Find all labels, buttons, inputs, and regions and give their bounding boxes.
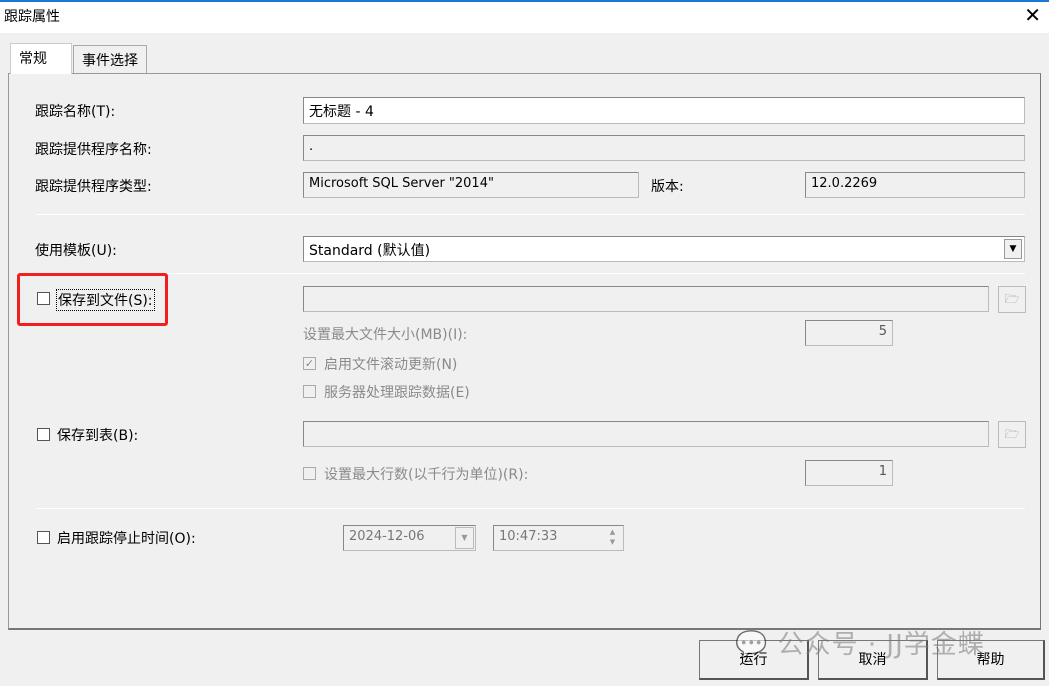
separator	[36, 214, 1025, 215]
wechat-icon: 💬	[735, 630, 769, 660]
max-file-size-label: 设置最大文件大小(MB)(I):	[303, 327, 468, 343]
version-field: 12.0.2269	[805, 172, 1025, 198]
close-icon[interactable]: ✕	[1024, 3, 1041, 27]
max-rows-label: 设置最大行数(以千行为单位)(R):	[324, 467, 529, 483]
chevron-down-icon: ▼	[455, 527, 474, 549]
highlight-box	[17, 273, 168, 326]
window-title: 跟踪属性	[4, 9, 60, 25]
rollover-label: 启用文件滚动更新(N)	[324, 357, 458, 373]
tab-event-selection[interactable]: 事件选择	[73, 45, 147, 74]
max-rows-checkbox	[303, 467, 316, 480]
save-to-table-label[interactable]: 保存到表(B):	[57, 425, 138, 445]
provider-name-label: 跟踪提供程序名称:	[35, 142, 152, 158]
title-bar	[0, 0, 1049, 33]
watermark-text: 公众号 · JJ学金蝶	[777, 630, 985, 660]
table-input	[303, 421, 989, 447]
provider-name-field: .	[303, 135, 1025, 161]
template-label: 使用模板(U):	[35, 243, 117, 259]
trace-name-label: 跟踪名称(T):	[35, 104, 116, 120]
template-value: Standard (默认值)	[309, 243, 431, 259]
stop-time-label[interactable]: 启用跟踪停止时间(O):	[57, 528, 196, 548]
version-label: 版本:	[651, 179, 684, 195]
separator	[36, 273, 1025, 274]
chevron-down-icon[interactable]: ▼	[1004, 239, 1022, 259]
provider-type-label: 跟踪提供程序类型:	[35, 179, 152, 195]
stop-time-checkbox[interactable]	[37, 531, 50, 544]
browse-file-icon: 🗁	[998, 286, 1026, 313]
file-path-input	[303, 286, 989, 312]
trace-name-input[interactable]: 无标题 - 4	[303, 97, 1025, 124]
template-select[interactable]: Standard (默认值) ▼	[303, 236, 1025, 262]
save-to-table-checkbox[interactable]	[37, 428, 50, 441]
spinner-icon: ▲ ▼	[609, 528, 616, 546]
stop-time-input: 10:47:33 ▲ ▼	[493, 525, 624, 551]
max-file-size-input: 5	[805, 320, 893, 346]
provider-type-field: Microsoft SQL Server "2014"	[303, 172, 639, 198]
rollover-checkbox: ✓	[303, 357, 316, 370]
stop-date-value: 2024-12-06	[349, 529, 425, 544]
browse-table-icon: 🗁	[998, 421, 1026, 448]
server-process-label: 服务器处理跟踪数据(E)	[324, 385, 470, 401]
max-rows-input: 1	[805, 460, 893, 486]
separator	[36, 508, 1025, 509]
server-process-checkbox	[303, 385, 316, 398]
stop-time-value: 10:47:33	[499, 529, 558, 544]
watermark: 💬 公众号 · JJ学金蝶	[735, 624, 985, 661]
stop-date-picker: 2024-12-06 ▼	[343, 525, 476, 551]
tab-general[interactable]: 常规	[10, 43, 72, 74]
